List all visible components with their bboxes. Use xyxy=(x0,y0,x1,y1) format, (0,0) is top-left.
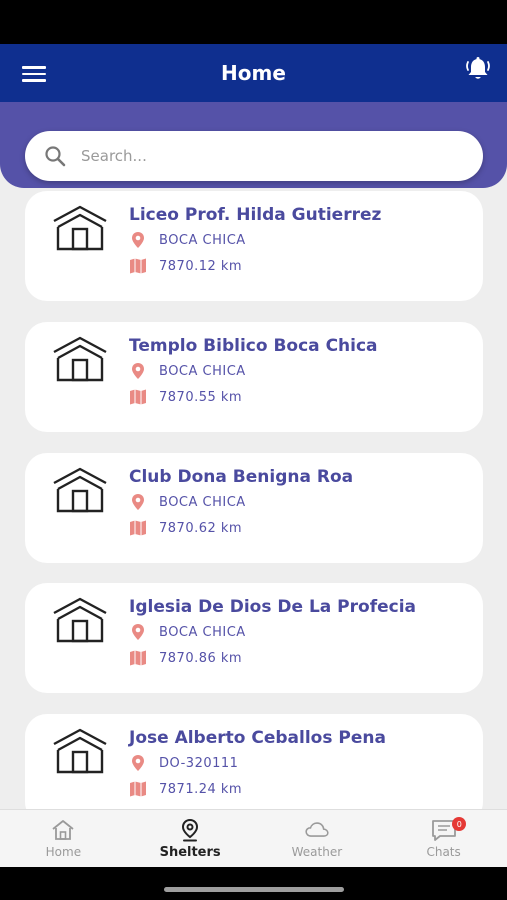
page-title: Home xyxy=(221,61,286,85)
shelter-card[interactable]: Jose Alberto Ceballos Pena DO-320111 787… xyxy=(25,714,483,809)
shelter-location: BOCA CHICA xyxy=(159,624,246,640)
shelter-distance: 7870.12 km xyxy=(159,258,243,274)
house-icon xyxy=(53,205,107,251)
bell-icon[interactable] xyxy=(463,54,493,84)
map-icon xyxy=(130,650,146,666)
shelter-name: Club Dona Benigna Roa xyxy=(129,467,354,487)
map-icon xyxy=(130,389,146,405)
menu-icon[interactable] xyxy=(22,66,46,82)
location-pin-icon xyxy=(132,494,144,510)
shelter-name: Jose Alberto Ceballos Pena xyxy=(129,728,386,748)
search-bar[interactable] xyxy=(25,131,483,181)
shelter-location: BOCA CHICA xyxy=(159,494,246,510)
search-icon xyxy=(45,146,66,167)
nav-shelters-label: Shelters xyxy=(159,845,221,860)
shelter-card[interactable]: Club Dona Benigna Roa BOCA CHICA 7870.62… xyxy=(25,453,483,563)
shelter-card[interactable]: Liceo Prof. Hilda Gutierrez BOCA CHICA 7… xyxy=(25,191,483,301)
map-icon xyxy=(130,258,146,274)
map-icon xyxy=(130,781,146,797)
nav-chats[interactable]: 0 Chats xyxy=(380,810,507,867)
nav-home-label: Home xyxy=(45,845,82,859)
shelter-name: Iglesia De Dios De La Profecia xyxy=(129,597,417,617)
house-icon xyxy=(53,597,107,643)
shelter-list: Liceo Prof. Hilda Gutierrez BOCA CHICA 7… xyxy=(0,188,507,809)
phone-screen: Home Liceo Prof. Hilda xyxy=(0,0,507,900)
shelter-distance: 7870.62 km xyxy=(159,520,243,536)
distance-row: 7870.62 km xyxy=(129,519,242,537)
location-pin-icon xyxy=(132,232,144,248)
cloud-icon xyxy=(305,822,329,837)
house-icon xyxy=(53,467,107,513)
nav-home[interactable]: Home xyxy=(0,810,127,867)
shelter-card[interactable]: Iglesia De Dios De La Profecia BOCA CHIC… xyxy=(25,583,483,693)
location-row: DO-320111 xyxy=(129,754,238,772)
shelter-name: Templo Biblico Boca Chica xyxy=(129,336,378,356)
nav-chats-label: Chats xyxy=(426,845,461,859)
house-icon xyxy=(53,336,107,382)
search-input[interactable] xyxy=(81,147,441,165)
shelter-distance: 7871.24 km xyxy=(159,781,243,797)
location-row: BOCA CHICA xyxy=(129,623,246,641)
location-row: BOCA CHICA xyxy=(129,231,246,249)
location-row: BOCA CHICA xyxy=(129,362,246,380)
chat-badge: 0 xyxy=(452,817,467,831)
nav-shelters[interactable]: Shelters xyxy=(127,810,254,867)
shelter-location: DO-320111 xyxy=(159,755,239,771)
distance-row: 7870.55 km xyxy=(129,388,242,406)
location-pin-icon xyxy=(132,755,144,771)
system-gesture-area xyxy=(0,867,507,900)
nav-weather-label: Weather xyxy=(291,845,343,859)
location-pin-icon xyxy=(182,818,199,842)
shelter-name: Liceo Prof. Hilda Gutierrez xyxy=(129,205,382,225)
shelter-location: BOCA CHICA xyxy=(159,363,246,379)
location-row: BOCA CHICA xyxy=(129,493,246,511)
distance-row: 7870.86 km xyxy=(129,649,242,667)
shelter-distance: 7870.86 km xyxy=(159,650,243,666)
shelter-card[interactable]: Templo Biblico Boca Chica BOCA CHICA 787… xyxy=(25,322,483,432)
location-pin-icon xyxy=(132,624,144,640)
status-bar xyxy=(0,0,507,44)
distance-row: 7871.24 km xyxy=(129,780,242,798)
home-icon xyxy=(52,820,74,840)
location-pin-icon xyxy=(132,363,144,379)
distance-row: 7870.12 km xyxy=(129,257,242,275)
map-icon xyxy=(130,520,146,536)
shelter-distance: 7870.55 km xyxy=(159,389,243,405)
shelter-location: BOCA CHICA xyxy=(159,232,246,248)
nav-weather[interactable]: Weather xyxy=(254,810,381,867)
house-icon xyxy=(53,728,107,774)
home-indicator[interactable] xyxy=(164,887,344,892)
bottom-nav: Home Shelters Weather 0 Chats xyxy=(0,809,507,867)
app-bar: Home xyxy=(0,44,507,102)
